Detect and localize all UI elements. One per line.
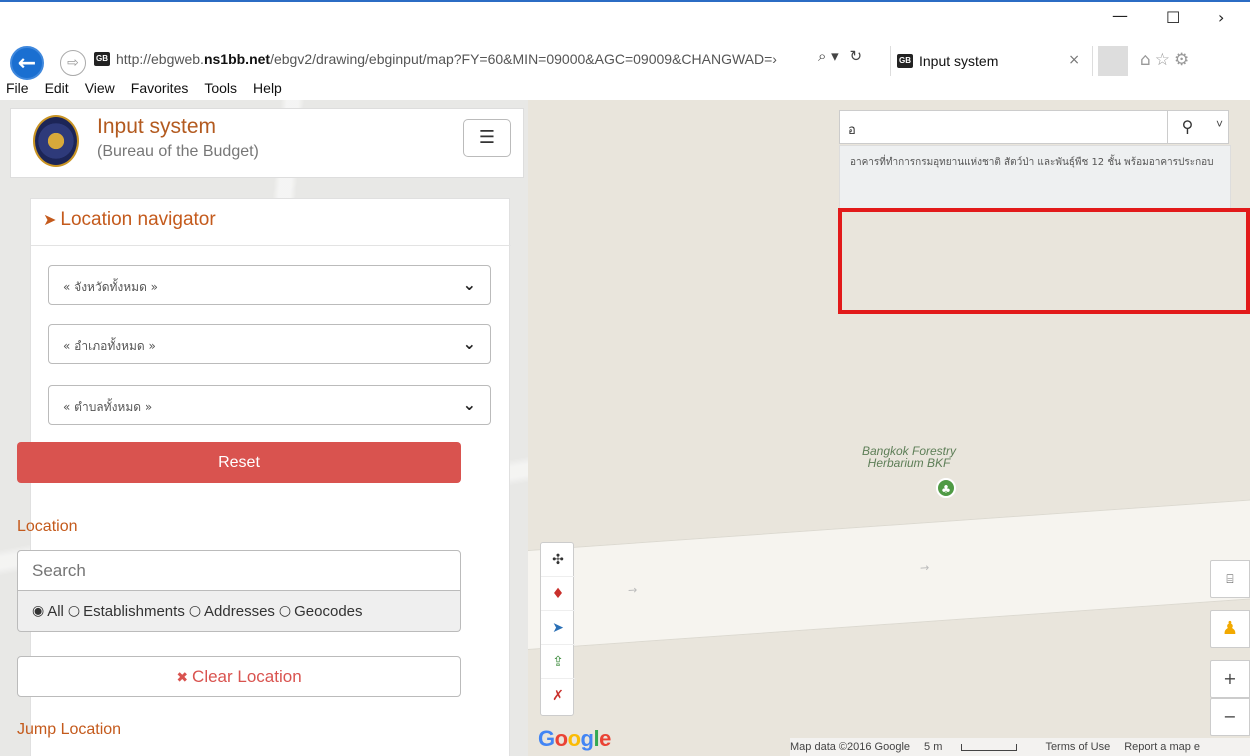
clear-location-button[interactable]: ✖ Clear Location <box>17 656 461 697</box>
radio-geocodes-label: Geocodes <box>294 602 363 620</box>
close-icon: ✖ <box>176 670 189 686</box>
navigator-heading: ➤ Location navigator <box>43 209 216 230</box>
window-accent-line <box>0 0 1250 2</box>
map-pin-icon[interactable]: ♦ <box>541 577 575 611</box>
upload-icon[interactable]: ⇪ <box>541 645 575 679</box>
new-tab-button[interactable] <box>1098 46 1128 76</box>
minimize-button[interactable]: — <box>1112 6 1128 25</box>
window-titlebar: — ☐ › <box>0 0 1250 28</box>
subdistrict-select-value: « ตำบลทั้งหมด » <box>63 400 153 414</box>
location-label: Location <box>17 518 78 535</box>
location-arrow-icon: ➤ <box>43 210 57 229</box>
location-filter: ◉ All ○ Establishments ○ Addresses ○ Geocode… <box>17 591 461 632</box>
radio-geocodes[interactable]: ○ <box>279 603 291 619</box>
report-link[interactable]: Report a map e <box>1124 741 1200 753</box>
map-data-credit: Map data ©2016 Google <box>790 741 911 753</box>
search-suggestion[interactable]: อาคารที่ทำการกรมอุทยานแห่งชาติ สัตว์ป่า … <box>839 145 1231 209</box>
reset-button[interactable]: Reset <box>17 442 461 483</box>
zoom-in-button[interactable]: + <box>1210 660 1250 698</box>
terms-link[interactable]: Terms of Use <box>1045 741 1110 753</box>
map-attribution: Map data ©2016 Google 5 m Terms of Use R… <box>790 738 1250 756</box>
tree-icon[interactable]: ♣ <box>936 478 956 498</box>
menu-tools[interactable]: Tools <box>204 80 237 100</box>
url-tools: ⌕ ▾ ↻ <box>818 47 862 65</box>
menu-edit[interactable]: Edit <box>45 80 69 100</box>
star-icon[interactable]: ☆ <box>1155 50 1174 70</box>
chevron-down-icon: ⌄ <box>462 334 476 353</box>
url-text[interactable]: http://ebgweb.ns1bb.net/ebgv2/drawing/eb… <box>116 51 822 67</box>
radio-establishments[interactable]: ○ <box>68 603 80 619</box>
trash-icon[interactable]: ✗ <box>541 679 575 713</box>
menu-bar: File Edit View Favorites Tools Help <box>0 80 1250 100</box>
district-select-value: « อำเภอทั้งหมด » <box>63 339 156 353</box>
zoom-out-button[interactable]: − <box>1210 698 1250 736</box>
location-arrow-icon[interactable]: ➤ <box>541 611 575 645</box>
jump-location-label: Jump Location <box>17 721 122 738</box>
close-icon[interactable]: × <box>1068 52 1080 68</box>
maximize-button[interactable]: ☐ <box>1166 8 1180 27</box>
district-select[interactable]: « อำเภอทั้งหมด » ⌄ <box>48 324 491 364</box>
map-road: → → <box>528 496 1250 650</box>
app-area: Input system (Bureau of the Budget) ☰ ➤ L… <box>0 100 1250 756</box>
address-bar-row: ← ⇨ GB http://ebgweb.ns1bb.net/ebgv2/dra… <box>0 38 1250 80</box>
site-favicon: GB <box>94 52 110 66</box>
subdistrict-select[interactable]: « ตำบลทั้งหมด » ⌄ <box>48 385 491 425</box>
map-type-icon[interactable]: ⌸ <box>1210 560 1250 598</box>
menu-favorites[interactable]: Favorites <box>131 80 189 100</box>
sidebar: Input system (Bureau of the Budget) ☰ ➤ L… <box>0 100 528 756</box>
poi-label: Bangkok Forestry Herbarium BKF <box>861 444 957 470</box>
map-search-box[interactable]: อ ⚲ ˅ <box>839 110 1229 144</box>
radio-addresses-label: Addresses <box>204 602 275 620</box>
chevron-down-icon: ⌄ <box>462 395 476 414</box>
map-scale: 5 m <box>924 741 1031 753</box>
chevron-down-icon[interactable]: ˅ <box>1216 117 1223 131</box>
app-subtitle: (Bureau of the Budget) <box>97 143 259 160</box>
browser-toolbar-icons: ⌂☆⚙ <box>1140 50 1193 70</box>
app-header: Input system (Bureau of the Budget) ☰ <box>10 108 524 178</box>
hamburger-menu-icon[interactable]: ☰ <box>463 119 511 157</box>
browser-tab[interactable]: GB Input system × <box>890 46 1093 76</box>
radio-addresses[interactable]: ○ <box>189 603 201 619</box>
menu-file[interactable]: File <box>6 80 29 100</box>
search-dropdown-icon[interactable]: ⌕ ▾ <box>818 47 839 65</box>
app-title: Input system <box>97 115 217 138</box>
map-search-input[interactable]: อ <box>848 119 856 140</box>
tab-title: Input system <box>919 53 999 69</box>
tab-favicon: GB <box>897 54 913 68</box>
radio-establishments-label: Establishments <box>83 602 185 620</box>
google-logo: Google <box>538 726 611 751</box>
menu-view[interactable]: View <box>85 80 115 100</box>
map-canvas[interactable]: → → Bangkok Forestry Herbarium BKF ♣ ✣ ♦… <box>528 100 1250 756</box>
move-icon[interactable]: ✣ <box>541 543 575 577</box>
chevron-down-icon: ⌄ <box>462 275 476 294</box>
chevron-right-icon[interactable]: › <box>1218 8 1224 27</box>
scale-bar <box>961 744 1018 751</box>
bureau-logo <box>33 115 79 167</box>
divider <box>31 245 511 246</box>
back-arrow-icon[interactable]: ← <box>10 46 44 80</box>
url-field[interactable]: GB http://ebgweb.ns1bb.net/ebgv2/drawing… <box>94 47 882 71</box>
province-select[interactable]: « จังหวัดทั้งหมด » ⌄ <box>48 265 491 305</box>
refresh-icon[interactable]: ↻ <box>849 47 862 65</box>
location-search-input[interactable] <box>17 550 461 591</box>
forward-arrow-icon[interactable]: ⇨ <box>60 50 86 76</box>
radio-all-label: All <box>47 602 64 620</box>
search-icon[interactable]: ⚲ <box>1167 111 1207 143</box>
map-toolbar: ✣ ♦ ➤ ⇪ ✗ <box>540 542 575 716</box>
province-select-value: « จังหวัดทั้งหมด » <box>63 280 159 294</box>
home-icon[interactable]: ⌂ <box>1140 50 1155 70</box>
gear-icon[interactable]: ⚙ <box>1174 50 1193 70</box>
radio-all[interactable]: ◉ <box>32 603 44 619</box>
pegman-icon[interactable]: ♟ <box>1210 610 1250 648</box>
menu-help[interactable]: Help <box>253 80 282 100</box>
